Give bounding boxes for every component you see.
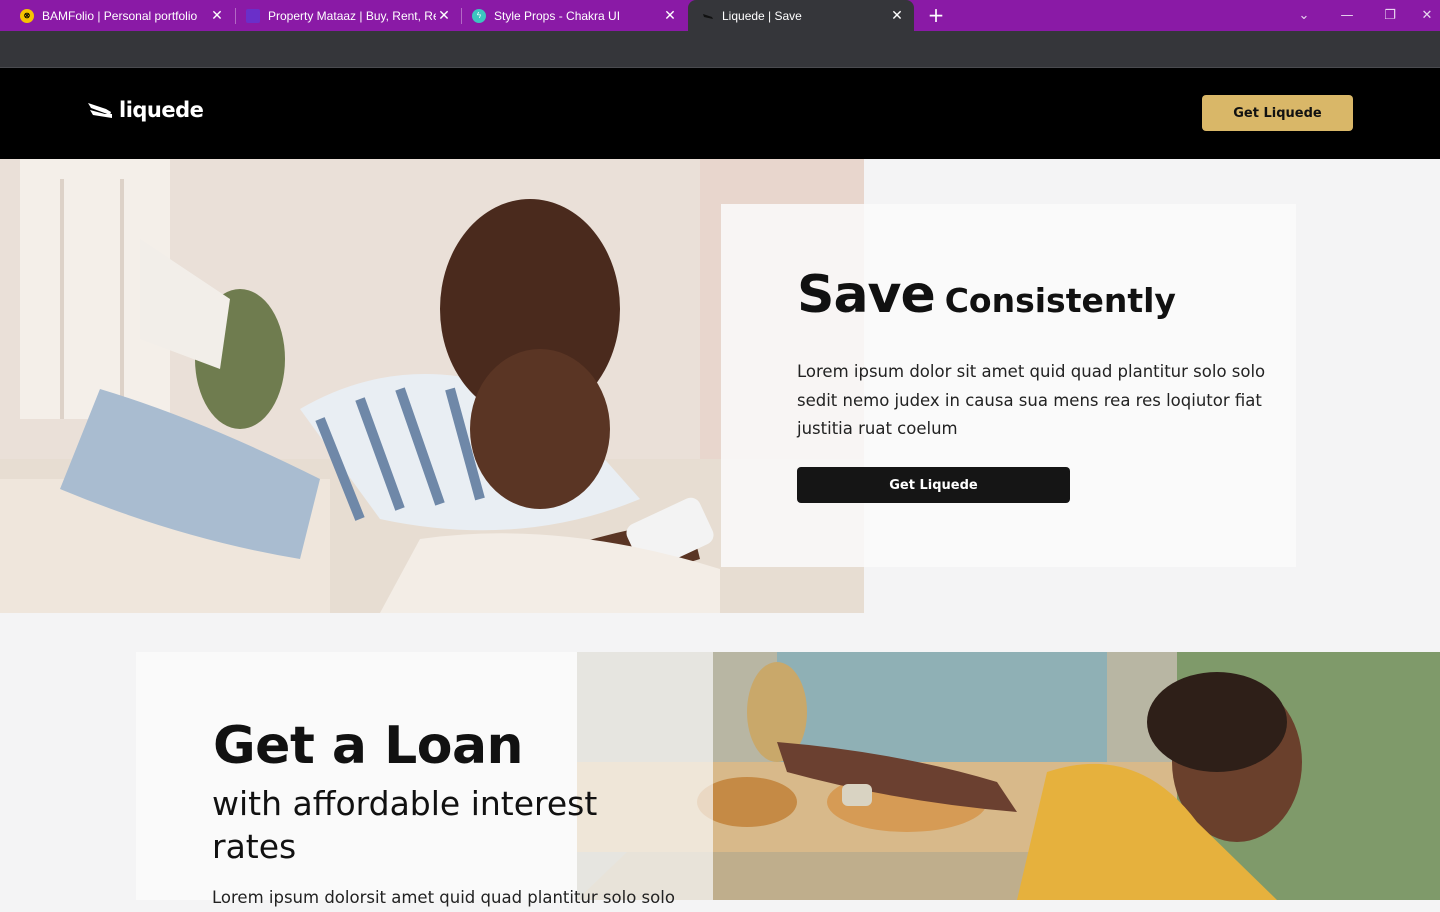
site-header: liquede Get Liquede [0,68,1440,159]
loan-subtitle: with affordable interest rates [212,784,598,866]
hero-title: Save Consistently [797,265,1176,325]
tab-bamfolio[interactable]: ⊗ BAMFolio | Personal portfolio ✕ [12,0,234,31]
logo[interactable]: liquede [86,98,204,122]
tab-title: Liquede | Save [722,8,802,23]
get-liquede-header-button[interactable]: Get Liquede [1202,95,1353,131]
bamfolio-favicon-icon: ⊗ [20,8,34,23]
minimize-button[interactable]: — [1327,0,1367,31]
close-icon[interactable]: ✕ [210,8,224,22]
restore-button[interactable]: ❐ [1370,0,1410,31]
tab-title: Property Mataaz | Buy, Rent, Reli [268,8,436,23]
mataaz-favicon-icon [246,8,260,23]
tab-chakra-ui[interactable]: ϟ Style Props - Chakra UI ✕ [462,0,687,31]
close-icon[interactable]: ✕ [890,8,904,22]
loan-title: Get a Loan [213,716,524,776]
new-tab-button[interactable]: + [926,5,946,25]
logo-text: liquede [119,98,204,122]
close-icon[interactable]: ✕ [663,8,677,22]
tab-search-dropdown-icon[interactable]: ⌄ [1284,0,1324,31]
liquede-favicon-icon [702,10,714,22]
hero-body-text: Lorem ipsum dolor sit amet quid quad pla… [797,362,1266,438]
loan-body-text: Lorem ipsum dolorsit amet quid quad plan… [212,888,675,907]
hero-title-small: Consistently [944,281,1176,320]
tab-liquede-active[interactable]: Liquede | Save ✕ [688,0,914,31]
close-icon[interactable]: ✕ [437,8,451,22]
get-liquede-hero-button[interactable]: Get Liquede [797,467,1070,503]
hero-title-big: Save [797,265,936,325]
tab-title: BAMFolio | Personal portfolio [42,8,198,23]
tab-property-mataaz[interactable]: Property Mataaz | Buy, Rent, Reli ✕ [236,0,461,31]
window-close-button[interactable]: ✕ [1414,0,1440,31]
tab-title: Style Props - Chakra UI [494,8,621,23]
liquede-logo-icon [88,103,112,118]
browser-tab-bar: ⊗ BAMFolio | Personal portfolio ✕ Proper… [0,0,1440,31]
browser-toolbar [0,31,1440,68]
chakra-favicon-icon: ϟ [472,8,486,23]
